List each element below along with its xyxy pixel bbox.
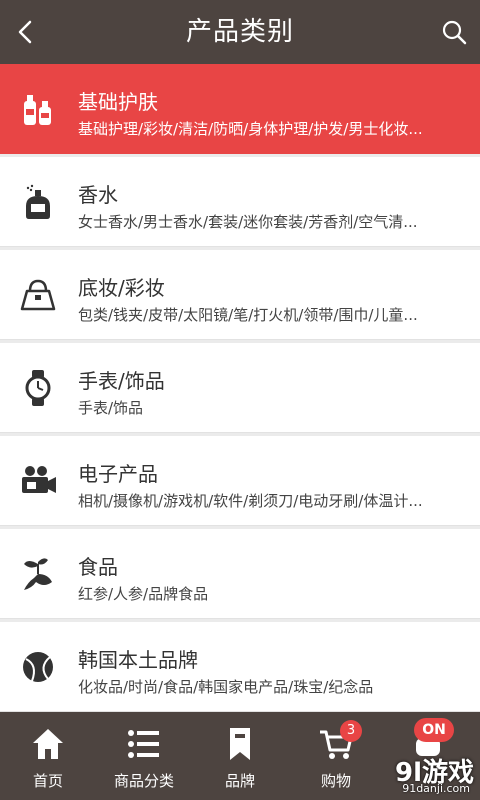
- category-subtitle: 相机/摄像机/游戏机/软件/剃须刀/电动牙刷/体温计...: [78, 492, 423, 510]
- category-subtitle: 手表/饰品: [78, 399, 144, 417]
- category-row-makeup[interactable]: 底妆/彩妆 包类/钱夹/皮带/太阳镜/笔/打火机/领带/围巾/儿童...: [0, 250, 480, 340]
- home-icon: [33, 729, 63, 759]
- tab-brands[interactable]: 品牌: [192, 712, 288, 800]
- watch-icon: [25, 370, 51, 406]
- ball-icon: [23, 652, 53, 682]
- category-name: 食品: [78, 555, 118, 579]
- search-icon[interactable]: [438, 16, 470, 48]
- watermark-url: 91danji.com: [402, 782, 470, 795]
- category-name: 电子产品: [78, 462, 158, 486]
- category-row-watch[interactable]: 手表/饰品 手表/饰品: [0, 343, 480, 433]
- cart-count-badge: 3: [340, 720, 362, 742]
- category-subtitle: 基础护理/彩妆/清洁/防晒/身体护理/护发/男士化妆...: [78, 120, 423, 138]
- page-title: 产品类别: [185, 17, 294, 47]
- category-subtitle: 包类/钱夹/皮带/太阳镜/笔/打火机/领带/围巾/儿童...: [78, 306, 418, 324]
- bookmark-icon: [230, 728, 250, 760]
- category-subtitle: 女士香水/男士香水/套装/迷你套装/芳香剂/空气清...: [78, 213, 418, 231]
- handbag-icon: [20, 279, 56, 311]
- category-name: 基础护肤: [78, 90, 158, 114]
- category-name: 香水: [78, 183, 118, 207]
- ginseng-leaf-icon: [24, 558, 52, 590]
- category-row-skincare[interactable]: 基础护肤 基础护理/彩妆/清洁/防晒/身体护理/护发/男士化妆...: [0, 64, 480, 154]
- category-name: 手表/饰品: [78, 369, 165, 393]
- video-camera-icon: [22, 466, 56, 493]
- top-bar: 产品类别: [0, 0, 480, 64]
- category-subtitle: 红参/人参/品牌食品: [78, 585, 209, 603]
- tab-label: 品牌: [224, 772, 255, 790]
- category-name: 底妆/彩妆: [78, 276, 165, 300]
- category-name: 韩国本土品牌: [78, 648, 198, 672]
- list-icon: [128, 730, 159, 758]
- category-row-korean-brands[interactable]: 韩国本土品牌 化妆品/时尚/食品/韩国家电产品/珠宝/纪念品: [0, 622, 480, 712]
- tab-categories[interactable]: 商品分类: [96, 712, 192, 800]
- tab-label: 首页: [32, 772, 63, 790]
- category-subtitle: 化妆品/时尚/食品/韩国家电产品/珠宝/纪念品: [78, 678, 374, 696]
- bottles-icon: [24, 95, 51, 125]
- tab-label: 商品分类: [113, 772, 174, 790]
- on-indicator[interactable]: ON: [414, 718, 454, 742]
- category-row-electronics[interactable]: 电子产品 相机/摄像机/游戏机/软件/剃须刀/电动牙刷/体温计...: [0, 436, 480, 526]
- perfume-bottle-icon: [26, 184, 50, 219]
- category-row-food[interactable]: 食品 红参/人参/品牌食品: [0, 529, 480, 619]
- tab-home[interactable]: 首页: [0, 712, 96, 800]
- category-list: 基础护肤 基础护理/彩妆/清洁/防晒/身体护理/护发/男士化妆... 香水 女士…: [0, 64, 480, 715]
- site-watermark: 9l游戏 91danji.com: [356, 752, 474, 796]
- category-row-perfume[interactable]: 香水 女士香水/男士香水/套装/迷你套装/芳香剂/空气清...: [0, 157, 480, 247]
